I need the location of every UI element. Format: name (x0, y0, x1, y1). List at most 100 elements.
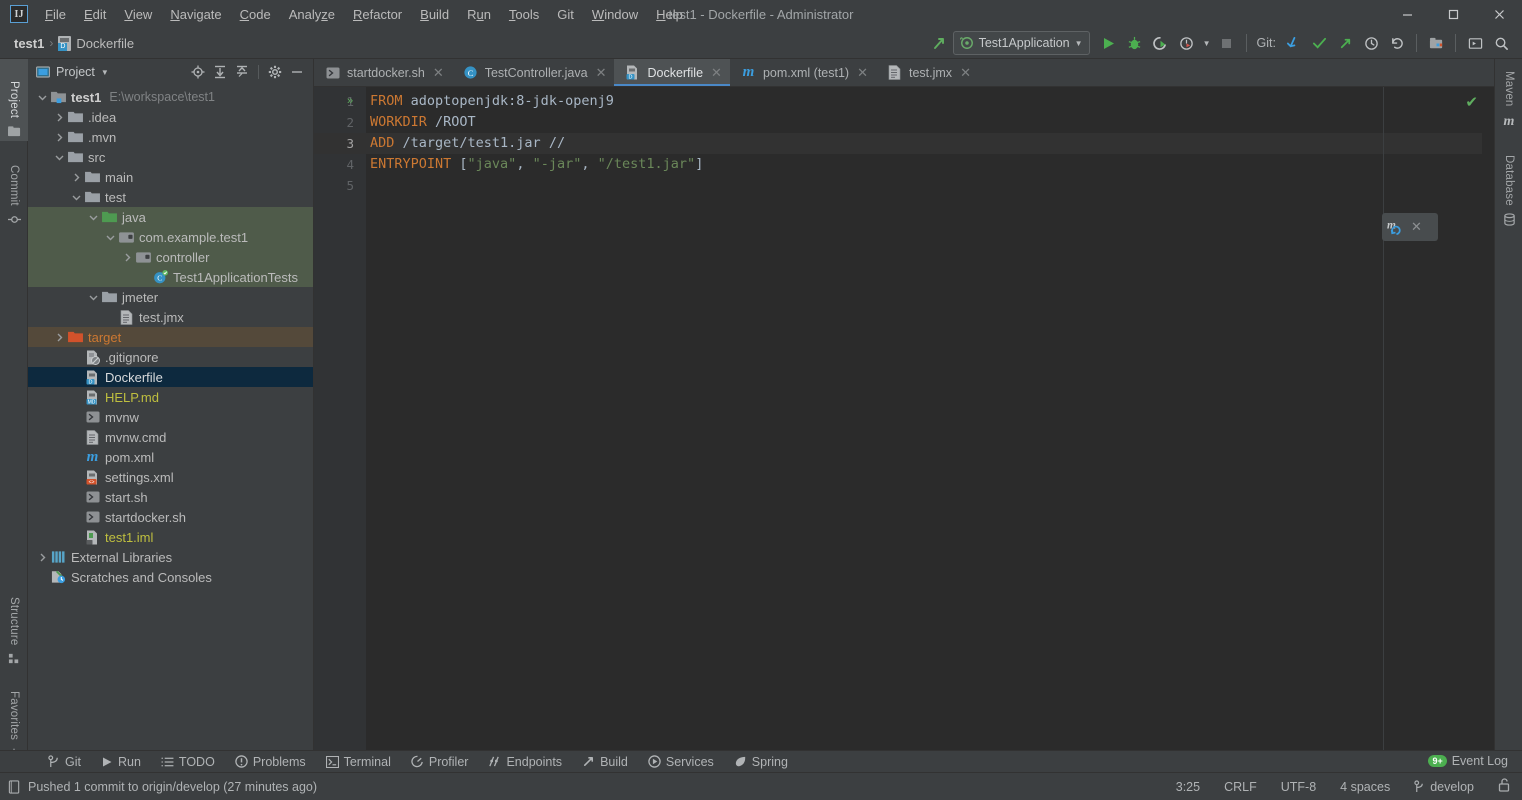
sidebar-item-maven[interactable]: m Maven (1495, 59, 1522, 133)
editor-gutter[interactable]: » 1 2 3 4 5 (314, 87, 366, 750)
chevron-down-icon[interactable] (85, 207, 101, 227)
tree-node-test1-iml[interactable]: test1.iml (28, 527, 313, 547)
code-line-5[interactable] (366, 175, 1494, 196)
tree-node-scratches-and-consoles[interactable]: Scratches and Consoles (28, 567, 313, 587)
tree-node-main[interactable]: main (28, 167, 313, 187)
status-message-group[interactable]: Pushed 1 commit to origin/develop (27 mi… (8, 780, 317, 794)
tree-node-controller[interactable]: controller (28, 247, 313, 267)
bottom-tool-services[interactable]: Services (638, 753, 724, 771)
close-icon[interactable]: ✕ (1411, 219, 1422, 235)
run-button[interactable] (1096, 30, 1122, 56)
bottom-tool-build[interactable]: Build (572, 753, 638, 771)
lock-icon[interactable] (1494, 776, 1514, 797)
chevron-right-icon[interactable] (51, 107, 67, 127)
tree-node--gitignore[interactable]: .gitignore (28, 347, 313, 367)
chevron-down-icon[interactable] (85, 287, 101, 307)
select-opened-file-icon[interactable] (188, 62, 208, 82)
collapse-all-icon[interactable] (232, 62, 252, 82)
editor-tab-close-icon[interactable]: ✕ (960, 65, 971, 81)
bottom-tool-git[interactable]: Git (38, 753, 91, 771)
menu-item-help[interactable]: Help (647, 3, 692, 26)
run-anything-icon[interactable] (1462, 30, 1488, 56)
tree-node-mvnw-cmd[interactable]: mvnw.cmd (28, 427, 313, 447)
menu-item-file[interactable]: File (36, 3, 75, 26)
close-button[interactable] (1476, 0, 1522, 28)
menu-item-refactor[interactable]: Refactor (344, 3, 411, 26)
project-structure-icon[interactable] (1423, 30, 1449, 56)
tree-node-pom-xml[interactable]: m pom.xml (28, 447, 313, 467)
tree-node-dockerfile[interactable]: D Dockerfile (28, 367, 313, 387)
git-branch-widget[interactable]: develop (1410, 778, 1478, 796)
minimize-button[interactable] (1384, 0, 1430, 28)
menu-item-navigate[interactable]: Navigate (161, 3, 230, 26)
expand-all-icon[interactable] (210, 62, 230, 82)
menu-item-view[interactable]: View (115, 3, 161, 26)
sidebar-item-project[interactable]: Project (0, 59, 28, 141)
git-push-icon[interactable] (1332, 30, 1358, 56)
bottom-tool-run[interactable]: Run (91, 753, 151, 771)
editor-tab-dockerfile[interactable]: D Dockerfile ✕ (614, 59, 731, 86)
project-tree[interactable]: test1 E:\workspace\test1 .idea .mvn src main t… (28, 85, 313, 750)
editor-tab-test-jmx[interactable]: test.jmx ✕ (876, 59, 979, 86)
tree-node-com-example-test1[interactable]: com.example.test1 (28, 227, 313, 247)
bottom-tool-endpoints[interactable]: Endpoints (478, 753, 572, 771)
tree-node-external-libraries[interactable]: External Libraries (28, 547, 313, 567)
menu-item-tools[interactable]: Tools (500, 3, 548, 26)
tree-node-mvnw[interactable]: mvnw (28, 407, 313, 427)
run-with-coverage-button[interactable] (1148, 30, 1174, 56)
tree-node-java[interactable]: java (28, 207, 313, 227)
breadcrumb-item-file[interactable]: Dockerfile (76, 36, 134, 51)
maven-reload-popup[interactable]: m ✕ (1382, 213, 1438, 241)
code-line-3[interactable]: ADD /target/test1.jar // (366, 133, 1494, 154)
chevron-down-icon[interactable]: ▼ (101, 68, 109, 77)
editor-tab-close-icon[interactable]: ✕ (711, 65, 722, 81)
tree-node-src[interactable]: src (28, 147, 313, 167)
file-encoding[interactable]: UTF-8 (1277, 778, 1320, 796)
chevron-right-icon[interactable] (68, 167, 84, 187)
menu-item-analyze[interactable]: Analyze (280, 3, 344, 26)
chevron-right-icon[interactable] (119, 247, 135, 267)
tree-node-test[interactable]: test (28, 187, 313, 207)
code-editor[interactable]: » 12345 FROM adoptopenjdk:8-jdk-openj9 WO… (314, 87, 1494, 750)
menu-item-window[interactable]: Window (583, 3, 647, 26)
code-line-1[interactable]: FROM adoptopenjdk:8-jdk-openj9 (366, 91, 1494, 112)
sidebar-item-commit[interactable]: Commit (0, 147, 28, 229)
profile-button[interactable] (1174, 30, 1200, 56)
breadcrumb-item-project[interactable]: test1 (14, 36, 44, 51)
settings-gear-icon[interactable] (265, 62, 285, 82)
sidebar-item-structure[interactable]: Structure (0, 576, 28, 668)
chevron-down-icon[interactable] (51, 147, 67, 167)
search-icon[interactable] (1488, 30, 1514, 56)
stop-button[interactable] (1214, 30, 1240, 56)
editor-tab-close-icon[interactable]: ✕ (433, 65, 444, 81)
chevron-right-icon[interactable] (51, 327, 67, 347)
tree-node-test1applicationtests[interactable]: C Test1ApplicationTests (28, 267, 313, 287)
tree-node-target[interactable]: target (28, 327, 313, 347)
rollback-icon[interactable] (1384, 30, 1410, 56)
tree-node--idea[interactable]: .idea (28, 107, 313, 127)
git-update-icon[interactable] (1280, 30, 1306, 56)
run-configuration-selector[interactable]: Test1Application ▼ (952, 31, 1090, 55)
profile-dropdown-icon[interactable]: ▼ (1200, 30, 1214, 56)
menu-item-edit[interactable]: Edit (75, 3, 115, 26)
editor-scrollbar[interactable] (1482, 87, 1494, 750)
editor-tab-testcontroller-java[interactable]: C TestController.java ✕ (452, 59, 615, 86)
bottom-tool-problems[interactable]: Problems (225, 753, 316, 771)
run-gutter-icon[interactable]: » (347, 92, 353, 111)
menu-item-code[interactable]: Code (231, 3, 280, 26)
editor-tab-close-icon[interactable]: ✕ (857, 65, 868, 81)
inspection-status-icon[interactable]: ✔ (1465, 95, 1478, 110)
debug-button[interactable] (1122, 30, 1148, 56)
tree-node-test-jmx[interactable]: test.jmx (28, 307, 313, 327)
bottom-tool-todo[interactable]: TODO (151, 753, 225, 771)
editor-tab-pom-xml-test1-[interactable]: m pom.xml (test1) ✕ (730, 59, 876, 86)
maximize-button[interactable] (1430, 0, 1476, 28)
bottom-tool-spring[interactable]: Spring (724, 753, 798, 771)
history-icon[interactable] (1358, 30, 1384, 56)
hide-panel-icon[interactable] (287, 62, 307, 82)
tree-node-settings-xml[interactable]: <> settings.xml (28, 467, 313, 487)
code-line-2[interactable]: WORKDIR /ROOT (366, 112, 1494, 133)
menu-item-git[interactable]: Git (548, 3, 583, 26)
editor-tab-close-icon[interactable]: ✕ (596, 65, 607, 81)
chevron-down-icon[interactable] (68, 187, 84, 207)
